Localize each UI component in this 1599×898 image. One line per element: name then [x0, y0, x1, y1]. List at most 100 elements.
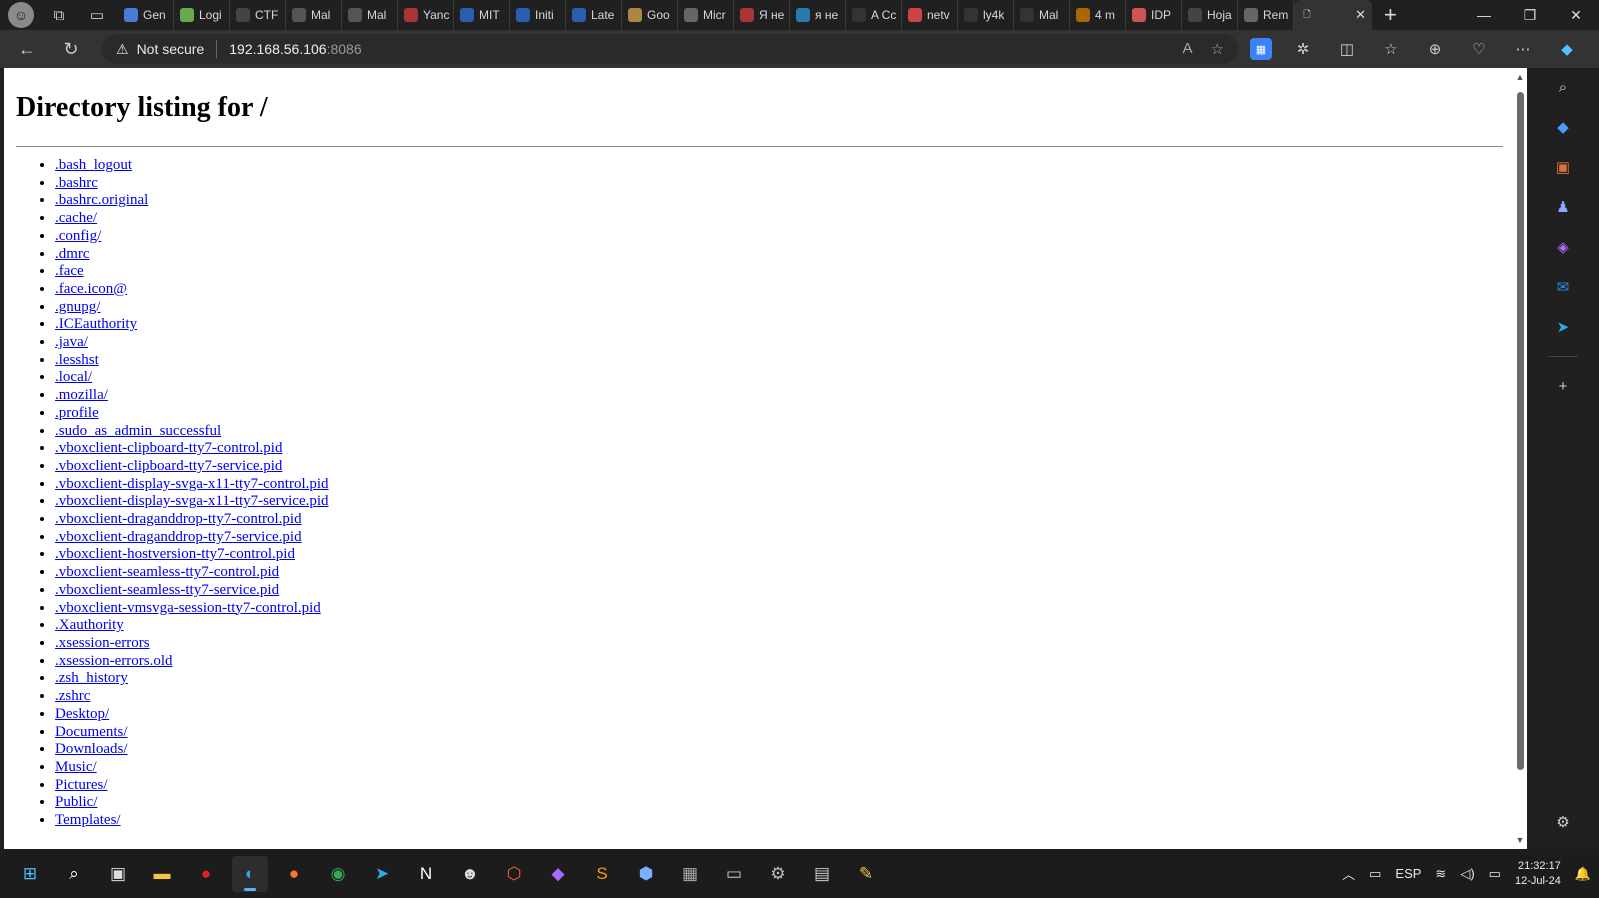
file-link[interactable]: .vboxclient-clipboard-tty7-service.pid [55, 458, 282, 474]
read-aloud-icon[interactable]: A [1183, 40, 1193, 58]
browser-tab[interactable]: Initi [510, 0, 566, 30]
settings-app[interactable]: ⚙ [760, 856, 796, 892]
file-link[interactable]: .xsession-errors [55, 635, 150, 651]
browser-tab[interactable]: Rem [1238, 0, 1294, 30]
sidebar-settings-icon[interactable]: ⚙ [1552, 811, 1574, 833]
workspaces-icon[interactable]: ⧉ [46, 2, 72, 28]
file-link[interactable]: .sudo_as_admin_successful [55, 423, 221, 439]
app-icon[interactable]: ☻ [452, 856, 488, 892]
split-screen-icon[interactable]: ◫ [1334, 40, 1360, 58]
file-link[interactable]: .mozilla/ [55, 387, 108, 403]
browser-tab[interactable]: Late [566, 0, 622, 30]
antivirus-app[interactable]: ● [188, 856, 224, 892]
address-bar[interactable]: ⚠ Not secure 192.168.56.106 :8086 A ☆ [102, 34, 1238, 64]
firefox-app[interactable]: ● [276, 856, 312, 892]
virtualbox-app[interactable]: ⬢ [628, 856, 664, 892]
close-tab-icon[interactable]: ✕ [1355, 7, 1366, 23]
file-link[interactable]: .vboxclient-display-svga-x11-tty7-servic… [55, 493, 329, 509]
file-link[interactable]: .lesshst [55, 352, 99, 368]
browser-tab[interactable]: Gen [118, 0, 174, 30]
scroll-up-icon[interactable]: ▲ [1515, 72, 1525, 82]
calculator-app[interactable]: ▤ [804, 856, 840, 892]
games-icon[interactable]: ♟ [1552, 196, 1574, 218]
file-link[interactable]: .vboxclient-draganddrop-tty7-control.pid [55, 511, 302, 527]
file-link[interactable]: .bash_logout [55, 157, 132, 173]
browser-tab[interactable]: Goo [622, 0, 678, 30]
file-link[interactable]: Music/ [55, 759, 97, 775]
sublime-app[interactable]: S [584, 856, 620, 892]
browser-tab[interactable]: Я не [734, 0, 790, 30]
terminal-app[interactable]: ▭ [716, 856, 752, 892]
file-link[interactable]: .vboxclient-display-svga-x11-tty7-contro… [55, 476, 329, 492]
wifi-icon[interactable]: ≋ [1435, 866, 1446, 882]
active-tab[interactable]: 🗋 ✕ [1294, 0, 1372, 30]
tools-icon[interactable]: ▣ [1552, 156, 1574, 178]
file-link[interactable]: .bashrc.original [55, 192, 148, 208]
performance-icon[interactable]: ♡ [1466, 40, 1492, 58]
browser-tab[interactable]: Yanc [398, 0, 454, 30]
file-link[interactable]: .zsh_history [55, 670, 128, 686]
task-view-button[interactable]: ▣ [100, 856, 136, 892]
security-label[interactable]: Not secure [137, 41, 205, 57]
file-link[interactable]: .vboxclient-draganddrop-tty7-service.pid [55, 529, 302, 545]
file-link[interactable]: .bashrc [55, 175, 98, 191]
remote-app[interactable]: ▦ [672, 856, 708, 892]
volume-icon[interactable]: ◁) [1460, 866, 1474, 882]
back-button[interactable]: ← [10, 34, 44, 64]
file-link[interactable]: .config/ [55, 228, 101, 244]
collections-icon[interactable]: ⊕ [1422, 40, 1448, 58]
browser-tab[interactable]: Micr [678, 0, 734, 30]
file-link[interactable]: .vboxclient-hostversion-tty7-control.pid [55, 546, 295, 562]
browser-tab[interactable]: ly4k [958, 0, 1014, 30]
copilot-icon[interactable]: ◆ [1554, 40, 1580, 58]
vertical-scrollbar[interactable]: ▲ ▼ [1515, 72, 1525, 845]
search-icon[interactable]: ⌕ [1552, 76, 1574, 98]
tray-chevron-icon[interactable]: ︿ [1342, 864, 1355, 883]
file-link[interactable]: Desktop/ [55, 706, 109, 722]
favorite-star-icon[interactable]: ☆ [1211, 40, 1224, 58]
browser-tab[interactable]: Logi [174, 0, 230, 30]
browser-tab[interactable]: A Cc [846, 0, 902, 30]
more-menu-icon[interactable]: ⋯ [1510, 40, 1536, 58]
extension-icon[interactable]: ▦ [1250, 38, 1272, 60]
minimize-button[interactable]: — [1461, 0, 1507, 30]
url-host[interactable]: 192.168.56.106 [229, 41, 326, 57]
burp-app[interactable]: ⬡ [496, 856, 532, 892]
file-link[interactable]: .vboxclient-clipboard-tty7-control.pid [55, 440, 282, 456]
copilot-sidebar-icon[interactable]: ◈ [1552, 236, 1574, 258]
new-tab-button[interactable]: + [1384, 2, 1397, 28]
display-icon[interactable]: ▭ [1369, 866, 1381, 882]
file-link[interactable]: .ICEauthority [55, 316, 137, 332]
file-link[interactable]: .gnupg/ [55, 299, 100, 315]
file-explorer-app[interactable]: ▬ [144, 856, 180, 892]
browser-tab[interactable]: Hoja [1182, 0, 1238, 30]
chrome-app[interactable]: ◉ [320, 856, 356, 892]
file-link[interactable]: .xsession-errors.old [55, 653, 172, 669]
scroll-down-icon[interactable]: ▼ [1515, 835, 1525, 845]
browser-tab[interactable]: 4 m [1070, 0, 1126, 30]
tool-app[interactable]: ✎ [848, 856, 884, 892]
extensions-puzzle-icon[interactable]: ✲ [1290, 40, 1316, 58]
file-link[interactable]: .vboxclient-seamless-tty7-service.pid [55, 582, 279, 598]
shopping-tag-icon[interactable]: ◆ [1552, 116, 1574, 138]
file-link[interactable]: .face.icon@ [55, 281, 127, 297]
file-link[interactable]: Documents/ [55, 724, 128, 740]
browser-tab[interactable]: я не [790, 0, 846, 30]
browser-tab[interactable]: netv [902, 0, 958, 30]
reload-button[interactable]: ↻ [54, 34, 88, 64]
file-link[interactable]: .java/ [55, 334, 88, 350]
file-link[interactable]: .face [55, 263, 84, 279]
restore-button[interactable]: ❐ [1507, 0, 1553, 30]
visual-studio-app[interactable]: ◆ [540, 856, 576, 892]
browser-tab[interactable]: Mal [342, 0, 398, 30]
browser-tab[interactable]: Mal [1014, 0, 1070, 30]
battery-icon[interactable]: ▭ [1489, 866, 1501, 882]
file-link[interactable]: .local/ [55, 369, 92, 385]
language-indicator[interactable]: ESP [1395, 866, 1421, 881]
url-port[interactable]: :8086 [327, 41, 362, 57]
file-link[interactable]: Pictures/ [55, 777, 108, 793]
edge-app[interactable]: ◐ [232, 855, 268, 892]
file-link[interactable]: .dmrc [55, 246, 90, 262]
add-icon[interactable]: + [1552, 375, 1574, 397]
file-link[interactable]: .profile [55, 405, 99, 421]
